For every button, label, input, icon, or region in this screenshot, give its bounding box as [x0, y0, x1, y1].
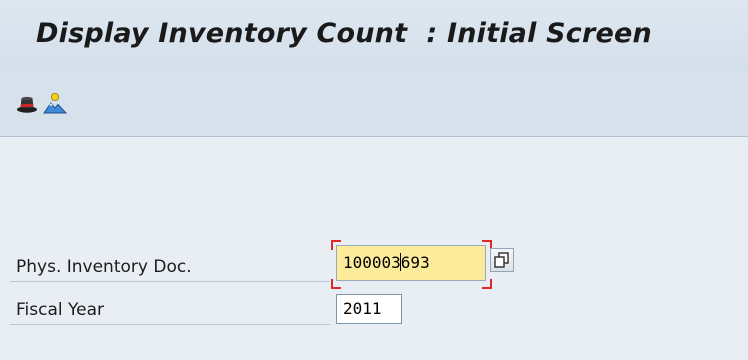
page-title: Display Inventory Count : Initial Screen [36, 18, 652, 49]
fiscal-year-label: Fiscal Year [16, 300, 105, 320]
value-before-cursor: 100003 [343, 253, 401, 272]
copy-icon [494, 252, 509, 268]
fiscal-year-label-underline [10, 324, 330, 325]
phys-inventory-doc-label-underline [10, 281, 330, 282]
phys-inventory-doc-label: Phys. Inventory Doc. [16, 257, 192, 277]
hat-icon[interactable] [15, 92, 39, 116]
value-after-cursor: 693 [400, 253, 430, 272]
mountain-image-icon[interactable] [43, 92, 68, 116]
application-toolbar [0, 72, 748, 137]
title-bar: Display Inventory Count : Initial Screen [0, 0, 748, 72]
phys-inventory-doc-input[interactable]: 100003693 [336, 245, 486, 281]
possible-entries-button[interactable] [490, 248, 514, 272]
fiscal-year-input[interactable]: 2011 [336, 294, 402, 324]
